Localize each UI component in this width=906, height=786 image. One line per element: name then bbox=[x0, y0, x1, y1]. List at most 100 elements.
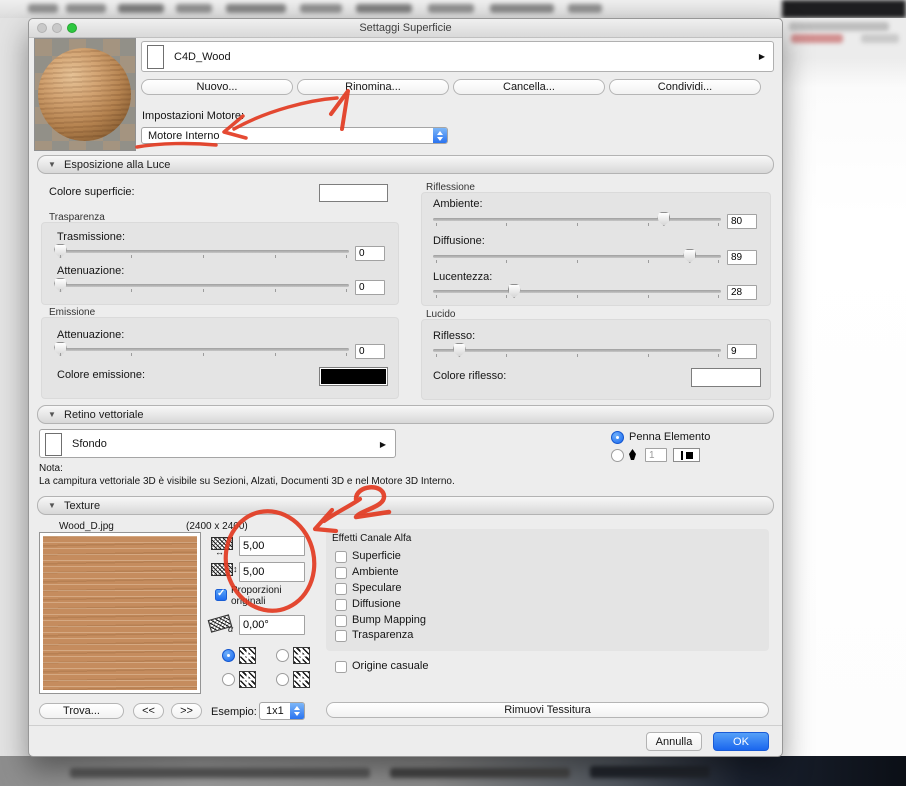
slider-tick bbox=[718, 223, 719, 226]
previous-texture-button[interactable]: << bbox=[133, 703, 164, 719]
background-blob bbox=[70, 768, 370, 778]
hatch-popup-arrow-icon[interactable]: ▶ bbox=[380, 440, 386, 449]
custom-pen-radio[interactable] bbox=[611, 449, 624, 462]
remove-texture-button[interactable]: Rimuovi Tessitura bbox=[326, 702, 769, 718]
rename-button[interactable]: Rinomina... bbox=[297, 79, 449, 95]
background-menubar bbox=[0, 0, 906, 18]
slider-thumb[interactable] bbox=[508, 284, 521, 298]
stepper-icon[interactable] bbox=[290, 703, 304, 719]
find-texture-button[interactable]: Trova... bbox=[39, 703, 124, 719]
material-preview bbox=[34, 38, 136, 151]
sample-label: Esempio: bbox=[211, 706, 257, 718]
slider-tick bbox=[203, 289, 204, 292]
slider-tick bbox=[648, 295, 649, 298]
slider-thumb[interactable] bbox=[683, 249, 696, 263]
diffuse-value-field[interactable] bbox=[727, 250, 757, 265]
cancel-button[interactable]: Annulla bbox=[646, 732, 702, 751]
next-texture-button[interactable]: >> bbox=[171, 703, 202, 719]
slider-track[interactable] bbox=[433, 218, 721, 221]
menubar-blob bbox=[300, 4, 342, 13]
highlight-slider[interactable] bbox=[433, 346, 721, 358]
element-pen-radio[interactable] bbox=[611, 431, 624, 444]
menubar-blob bbox=[28, 4, 58, 13]
surface-color-label: Colore superficie: bbox=[49, 186, 135, 198]
material-name-field[interactable]: C4D_Wood ▶ bbox=[141, 41, 774, 72]
texture-preview bbox=[39, 532, 201, 694]
transmission-slider[interactable] bbox=[57, 247, 349, 259]
texture-height-field[interactable] bbox=[239, 562, 305, 582]
title-bar[interactable]: Settaggi Superficie bbox=[29, 19, 782, 38]
slider-thumb[interactable] bbox=[453, 343, 466, 357]
section-texture-header[interactable]: ▼ Texture bbox=[37, 496, 774, 515]
slider-track[interactable] bbox=[433, 255, 721, 258]
background-blob bbox=[590, 766, 710, 778]
slider-thumb[interactable] bbox=[657, 212, 670, 226]
slider-tick bbox=[506, 260, 507, 263]
slider-track[interactable] bbox=[57, 348, 349, 351]
disclosure-triangle-icon[interactable]: ▼ bbox=[48, 410, 56, 419]
background-hatch-select[interactable]: Sfondo ▶ bbox=[39, 429, 396, 458]
keep-proportions-checkbox[interactable] bbox=[215, 589, 227, 601]
diffuse-slider[interactable] bbox=[433, 252, 721, 264]
material-color-swatch[interactable] bbox=[147, 45, 164, 69]
emission-attenuation-slider[interactable] bbox=[57, 345, 349, 357]
alpha-ambient-checkbox[interactable] bbox=[335, 567, 347, 579]
section-light-header[interactable]: ▼ Esposizione alla Luce bbox=[37, 155, 774, 174]
ambient-slider[interactable] bbox=[433, 215, 721, 227]
ambient-value-field[interactable] bbox=[727, 214, 757, 229]
alpha-transparency-checkbox[interactable] bbox=[335, 630, 347, 642]
pen-color-preview-button[interactable] bbox=[673, 448, 700, 462]
share-button[interactable]: Condividi... bbox=[609, 79, 761, 95]
surface-settings-dialog: Settaggi Superficie C4D_Wood ▶ Nuovo... … bbox=[28, 18, 783, 757]
slider-tick bbox=[60, 255, 61, 258]
mirror-mode-2-radio[interactable] bbox=[276, 649, 289, 662]
sample-select[interactable]: 1x1 bbox=[259, 702, 305, 720]
disclosure-triangle-icon[interactable]: ▼ bbox=[48, 501, 56, 510]
alpha-transparency-label: Trasparenza bbox=[352, 629, 413, 641]
emission-color-swatch[interactable] bbox=[319, 367, 388, 386]
mirror-mode-3-radio[interactable] bbox=[222, 673, 235, 686]
mirror-mode-4-radio[interactable] bbox=[276, 673, 289, 686]
texture-width-field[interactable] bbox=[239, 536, 305, 556]
engine-select[interactable]: Motore Interno bbox=[141, 127, 448, 144]
alpha-surface-checkbox[interactable] bbox=[335, 551, 347, 563]
highlight-value-field[interactable] bbox=[727, 344, 757, 359]
stepper-icon[interactable] bbox=[433, 128, 447, 143]
slider-tick bbox=[648, 260, 649, 263]
delete-button[interactable]: Cancella... bbox=[453, 79, 605, 95]
random-origin-checkbox[interactable] bbox=[335, 661, 347, 673]
slider-tick bbox=[203, 255, 204, 258]
ok-button[interactable]: OK bbox=[713, 732, 769, 751]
attenuation-value-field[interactable] bbox=[355, 280, 385, 295]
alpha-bump-checkbox[interactable] bbox=[335, 615, 347, 627]
menubar-blob bbox=[66, 4, 106, 13]
slider-track[interactable] bbox=[433, 349, 721, 352]
alpha-ambient-label: Ambiente bbox=[352, 566, 398, 578]
slider-track[interactable] bbox=[57, 250, 349, 253]
pen-number-field[interactable] bbox=[645, 448, 667, 462]
horizontal-arrow-icon: ↔ bbox=[215, 547, 224, 557]
menubar-blob bbox=[356, 4, 412, 13]
texture-rotation-field[interactable] bbox=[239, 615, 305, 635]
slider-track[interactable] bbox=[57, 284, 349, 287]
shininess-value-field[interactable] bbox=[727, 285, 757, 300]
shininess-slider[interactable] bbox=[433, 287, 721, 299]
mirror-mode-1-radio[interactable] bbox=[222, 649, 235, 662]
slider-tick bbox=[718, 295, 719, 298]
alpha-specular-checkbox[interactable] bbox=[335, 583, 347, 595]
footer-separator bbox=[29, 725, 782, 726]
slider-track[interactable] bbox=[433, 290, 721, 293]
attenuation-slider[interactable] bbox=[57, 281, 349, 293]
slider-tick bbox=[506, 354, 507, 357]
alpha-diffuse-checkbox[interactable] bbox=[335, 599, 347, 611]
highlight-color-swatch[interactable] bbox=[691, 368, 761, 387]
emission-attenuation-value-field[interactable] bbox=[355, 344, 385, 359]
new-button[interactable]: Nuovo... bbox=[141, 79, 293, 95]
texture-image bbox=[43, 536, 197, 690]
section-vector-header[interactable]: ▼ Retino vettoriale bbox=[37, 405, 774, 424]
engine-settings-label: Impostazioni Motore: bbox=[142, 110, 244, 122]
transmission-value-field[interactable] bbox=[355, 246, 385, 261]
disclosure-triangle-icon[interactable]: ▼ bbox=[48, 160, 56, 169]
surface-color-swatch[interactable] bbox=[319, 184, 388, 202]
material-popup-arrow-icon[interactable]: ▶ bbox=[759, 52, 765, 61]
